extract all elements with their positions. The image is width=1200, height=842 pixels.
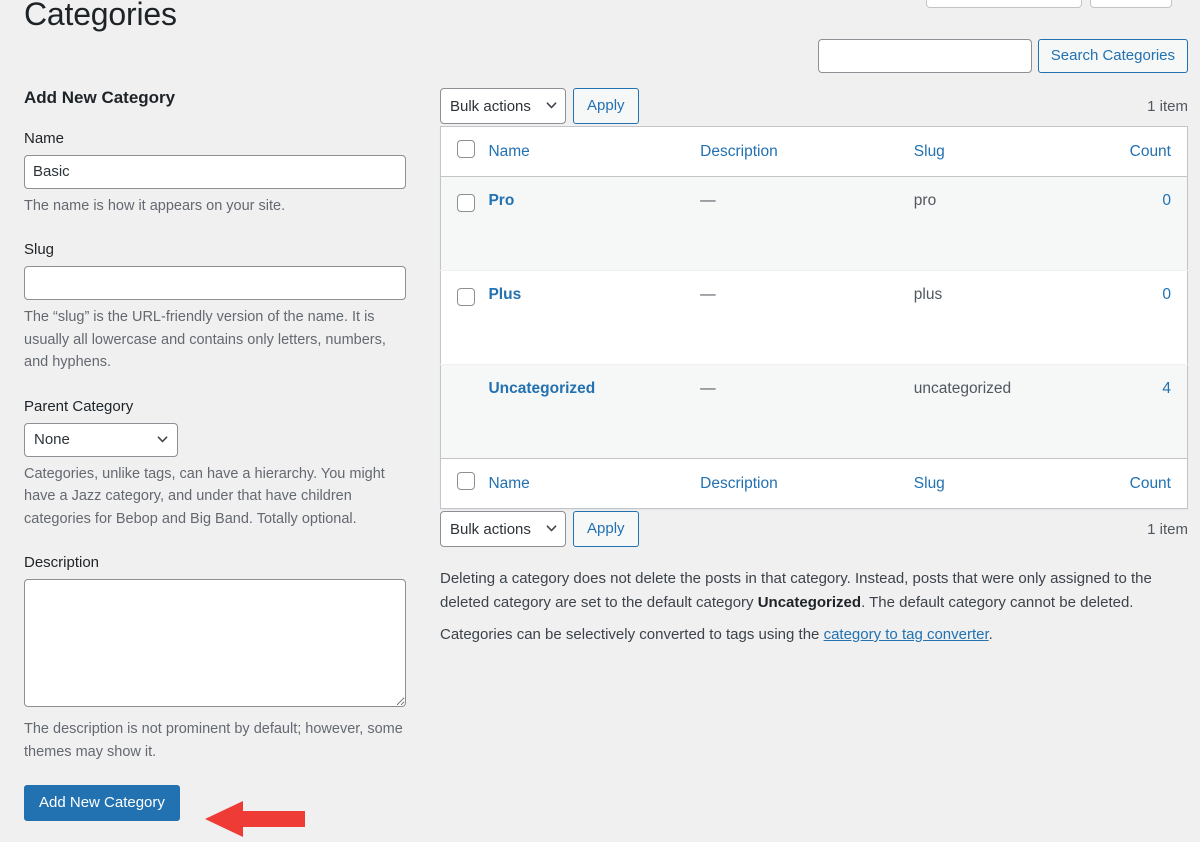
screen-options-tab[interactable]: [926, 0, 1082, 8]
bulk-actions-top-wrapper: Bulk actions: [440, 88, 566, 124]
item-count-bottom: 1 item: [1147, 520, 1188, 538]
bulk-actions-top-select[interactable]: Bulk actions: [440, 88, 566, 124]
column-footer-slug[interactable]: Slug: [913, 458, 1100, 509]
row-name-cell: Pro: [488, 177, 700, 271]
column-footer-count[interactable]: Count: [1099, 458, 1188, 509]
table-body: Pro — pro 0 Plus — plus 0 Uncategorized …: [440, 176, 1188, 459]
description-help-text: The description is not prominent by defa…: [24, 721, 403, 760]
converter-part1: Categories can be selectively converted …: [440, 626, 824, 643]
description-label: Description: [24, 554, 100, 572]
category-count-link[interactable]: 4: [1162, 380, 1171, 397]
column-footer-description[interactable]: Description: [700, 458, 914, 509]
slug-help-text: The “slug” is the URL-friendly version o…: [24, 309, 386, 371]
parent-category-label: Parent Category: [24, 397, 134, 415]
page-title: Categories: [24, 0, 177, 32]
row-description-cell: —: [700, 365, 914, 459]
name-label: Name: [24, 129, 65, 147]
categories-footer-note: Deleting a category does not delete the …: [440, 567, 1188, 647]
row-slug-cell: pro: [913, 192, 937, 209]
row-checkbox-cell: [441, 365, 489, 459]
converter-part2: .: [988, 626, 993, 643]
apply-top-button[interactable]: Apply: [573, 88, 639, 124]
row-checkbox[interactable]: [457, 288, 475, 306]
category-name-link[interactable]: Pro: [488, 192, 514, 209]
search-categories-button[interactable]: Search Categories: [1037, 39, 1188, 73]
table-foot: Name Description Slug Count: [440, 458, 1188, 509]
row-checkbox[interactable]: [457, 194, 475, 212]
row-name-cell: Uncategorized: [488, 365, 700, 459]
delete-info-paragraph: Deleting a category does not delete the …: [440, 567, 1188, 615]
row-slug-cell: uncategorized: [913, 380, 1012, 397]
bulk-actions-bottom-select[interactable]: Bulk actions: [440, 511, 566, 547]
row-count-cell: 0: [1100, 177, 1188, 271]
delete-info-part2: . The default category cannot be deleted…: [861, 594, 1134, 611]
table-head: Name Description Slug Count: [440, 126, 1188, 177]
annotation-arrow-icon: [205, 801, 305, 837]
bulk-actions-bottom-wrapper: Bulk actions: [440, 511, 566, 547]
select-all-footer: [440, 458, 489, 509]
help-tab[interactable]: [1090, 0, 1172, 8]
parent-category-help-text: Categories, unlike tags, can have a hier…: [24, 465, 385, 527]
parent-category-select-wrapper: None: [24, 422, 178, 457]
categories-table: Name Description Slug Count Pro — pro 0 …: [440, 126, 1188, 509]
select-all-checkbox-top[interactable]: [457, 140, 475, 158]
row-checkbox-cell: [441, 271, 489, 365]
categories-admin-page: Categories Search Categories Add New Cat…: [0, 0, 1200, 842]
add-new-category-form: Add New Category Name The name is how it…: [24, 86, 406, 822]
row-count-cell: 0: [1100, 271, 1188, 365]
column-header-count[interactable]: Count: [1099, 126, 1188, 177]
name-input[interactable]: [24, 154, 406, 189]
tablenav-top: Bulk actions Apply 1 item: [440, 86, 1188, 126]
categories-list-panel: Bulk actions Apply 1 item Name Descripti…: [440, 86, 1188, 655]
category-count-link[interactable]: 0: [1162, 286, 1171, 303]
row-description-value: —: [700, 380, 716, 397]
item-count-top: 1 item: [1147, 97, 1188, 115]
slug-label: Slug: [24, 241, 55, 259]
column-footer-name[interactable]: Name: [488, 458, 701, 509]
row-description-cell: —: [700, 271, 914, 365]
slug-input[interactable]: [24, 266, 406, 301]
category-name-link[interactable]: Uncategorized: [488, 380, 595, 397]
search-input[interactable]: [817, 39, 1032, 73]
converter-paragraph: Categories can be selectively converted …: [440, 623, 1188, 647]
default-category-name: Uncategorized: [757, 594, 862, 611]
category-name-link[interactable]: Plus: [488, 286, 521, 303]
table-header-row: Name Description Slug Count: [440, 126, 1188, 177]
column-header-name[interactable]: Name: [488, 126, 701, 177]
category-count-link[interactable]: 0: [1162, 192, 1171, 209]
name-help-text: The name is how it appears on your site.: [24, 197, 286, 214]
search-form: Search Categories: [817, 39, 1188, 73]
parent-category-select[interactable]: None: [24, 422, 178, 457]
table-row: Uncategorized — uncategorized 4: [440, 364, 1188, 459]
select-all-header: [440, 126, 489, 177]
table-footer-row: Name Description Slug Count: [440, 458, 1188, 509]
form-heading: Add New Category: [24, 88, 176, 107]
row-count-cell: 4: [1100, 365, 1188, 459]
description-textarea[interactable]: [24, 579, 406, 708]
apply-bottom-button[interactable]: Apply: [573, 511, 639, 547]
row-description-value: —: [700, 192, 716, 209]
row-name-cell: Plus: [488, 271, 700, 365]
row-slug-cell: plus: [913, 286, 943, 303]
table-row: Plus — plus 0: [440, 271, 1188, 365]
row-description-value: —: [700, 286, 716, 303]
row-checkbox-cell: [441, 177, 489, 271]
screen-meta-tabs: [926, 0, 1172, 8]
row-description-cell: —: [700, 177, 914, 271]
tablenav-bottom: Bulk actions Apply 1 item: [440, 509, 1188, 549]
column-header-description[interactable]: Description: [700, 126, 914, 177]
table-row: Pro — pro 0: [440, 176, 1188, 271]
select-all-checkbox-bottom[interactable]: [457, 472, 475, 490]
category-to-tag-converter-link[interactable]: category to tag converter: [824, 626, 989, 643]
column-header-slug[interactable]: Slug: [913, 126, 1100, 177]
add-new-category-submit-button[interactable]: Add New Category: [24, 785, 180, 822]
